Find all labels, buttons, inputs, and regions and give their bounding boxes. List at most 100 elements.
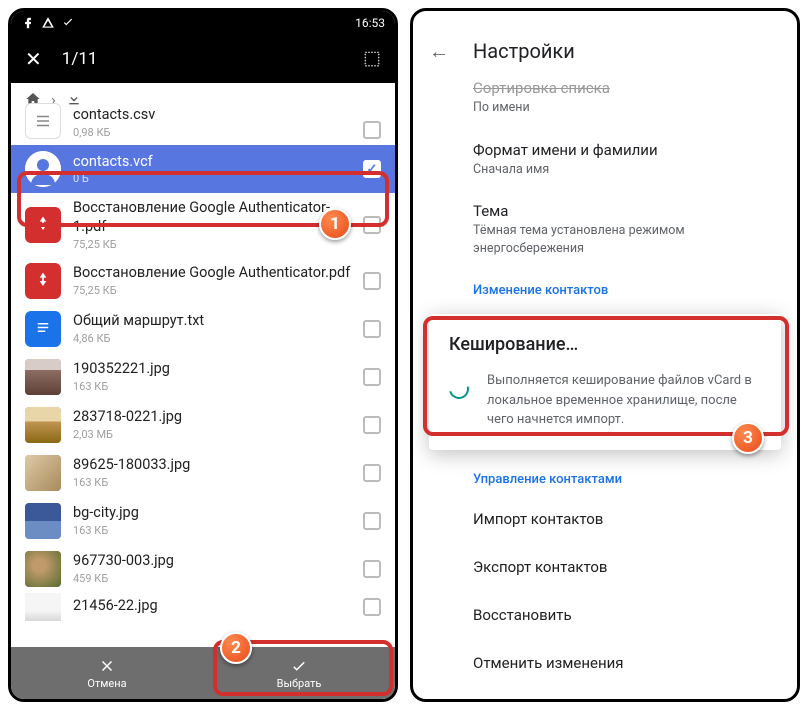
file-row[interactable]: 967730-003.jpg 459 КБ bbox=[11, 545, 395, 593]
checkbox[interactable] bbox=[363, 598, 381, 616]
file-row-selected[interactable]: contacts.vcf 0 Б bbox=[11, 145, 395, 193]
file-row[interactable]: Восстановление Google Authenticator.pdf … bbox=[11, 257, 395, 305]
file-info: bg-city.jpg 163 КБ bbox=[73, 504, 351, 537]
checkbox[interactable] bbox=[363, 272, 381, 290]
close-selection-button[interactable]: ✕ bbox=[25, 47, 42, 71]
settings-title: Настройки bbox=[473, 39, 575, 63]
checkbox[interactable] bbox=[363, 320, 381, 338]
annotation-badge-1: 1 bbox=[319, 208, 351, 240]
file-size: 2,03 МБ bbox=[73, 428, 351, 441]
file-name: contacts.vcf bbox=[73, 153, 351, 172]
file-name: Восстановление Google Authenticator-1.pd… bbox=[73, 199, 351, 237]
menu-import[interactable]: Импорт контактов bbox=[413, 495, 797, 543]
file-row[interactable]: bg-city.jpg 163 КБ bbox=[11, 497, 395, 545]
image-thumbnail bbox=[25, 551, 61, 587]
setting-theme[interactable]: Тема Тёмная тема установлена режимом эне… bbox=[413, 190, 797, 269]
cancel-label: Отмена bbox=[87, 677, 126, 690]
file-size: 163 КБ bbox=[73, 476, 351, 489]
select-all-icon[interactable] bbox=[363, 50, 381, 68]
file-name: 283718-0221.jpg bbox=[73, 408, 351, 427]
file-name: Восстановление Google Authenticator.pdf bbox=[73, 264, 351, 283]
setting-sub: Тёмная тема установлена режимом энергосб… bbox=[473, 222, 777, 257]
file-size: 0 Б bbox=[73, 172, 351, 185]
settings-list[interactable]: Сортировка списка По имени Формат имени … bbox=[413, 79, 797, 702]
file-name: 967730-003.jpg bbox=[73, 552, 351, 571]
file-info: contacts.csv 0,98 КБ bbox=[73, 106, 351, 139]
setting-title: Тема bbox=[473, 202, 777, 220]
file-size: 163 КБ bbox=[73, 524, 351, 537]
checkbox[interactable] bbox=[363, 512, 381, 530]
download-folder-icon bbox=[66, 91, 82, 107]
setting-sort[interactable]: Сортировка списка По имени bbox=[413, 79, 797, 129]
image-thumbnail bbox=[25, 593, 61, 621]
section-manage-contacts: Управление контактами bbox=[413, 458, 797, 495]
file-info: Восстановление Google Authenticator-1.pd… bbox=[73, 199, 351, 251]
file-info: 283718-0221.jpg 2,03 МБ bbox=[73, 408, 351, 441]
check-icon bbox=[61, 16, 75, 30]
facebook-icon bbox=[21, 16, 35, 30]
setting-title: Сортировка списка bbox=[473, 79, 777, 97]
warning-icon bbox=[41, 16, 55, 30]
file-size: 0,98 КБ bbox=[73, 126, 351, 139]
dialog-body: Выполняется кеширование файлов vCard в л… bbox=[449, 371, 761, 430]
menu-restore[interactable]: Восстановить bbox=[413, 591, 797, 639]
status-left-icons bbox=[21, 16, 75, 30]
caching-dialog: Кеширование… Выполняется кеширование фай… bbox=[429, 314, 781, 450]
doc-icon bbox=[25, 311, 61, 347]
status-bar: 16:53 bbox=[11, 11, 395, 35]
file-name: Общий маршрут.txt bbox=[73, 312, 351, 331]
menu-export[interactable]: Экспорт контактов bbox=[413, 543, 797, 591]
image-thumbnail bbox=[25, 359, 61, 395]
file-size: 459 КБ bbox=[73, 572, 351, 585]
back-button[interactable]: ← bbox=[429, 39, 449, 64]
file-row[interactable]: Общий маршрут.txt 4,86 КБ bbox=[11, 305, 395, 353]
checkbox[interactable] bbox=[363, 121, 381, 139]
file-size: 75,25 КБ bbox=[73, 284, 351, 297]
file-row[interactable]: 283718-0221.jpg 2,03 МБ bbox=[11, 401, 395, 449]
settings-screen: ← Настройки Сортировка списка По имени Ф… bbox=[410, 8, 800, 702]
setting-title: Формат имени и фамилии bbox=[473, 141, 777, 159]
checkbox-checked[interactable] bbox=[363, 160, 381, 178]
checkbox[interactable] bbox=[363, 416, 381, 434]
file-name: contacts.csv bbox=[73, 106, 351, 125]
bottom-action-bar: Отмена Выбрать bbox=[11, 647, 395, 699]
checkbox[interactable] bbox=[363, 464, 381, 482]
file-picker-screen: 16:53 ✕ 1/11 › contacts.csv 0,98 КБ cont… bbox=[8, 8, 398, 702]
pdf-icon bbox=[25, 207, 61, 243]
image-thumbnail bbox=[25, 407, 61, 443]
file-info: 21456-22.jpg bbox=[73, 597, 351, 616]
file-name: bg-city.jpg bbox=[73, 504, 351, 523]
checkbox[interactable] bbox=[363, 216, 381, 234]
file-row[interactable]: 190352221.jpg 163 КБ bbox=[11, 353, 395, 401]
file-name: 21456-22.jpg bbox=[73, 597, 351, 616]
file-row[interactable]: contacts.csv 0,98 КБ bbox=[11, 115, 395, 145]
file-row[interactable]: 21456-22.jpg bbox=[11, 593, 395, 621]
menu-undo[interactable]: Отменить изменения bbox=[413, 639, 797, 687]
menu-blocked[interactable]: Заблокированные номера bbox=[413, 687, 797, 703]
file-info: Восстановление Google Authenticator.pdf … bbox=[73, 264, 351, 297]
pdf-icon bbox=[25, 263, 61, 299]
dialog-title: Кеширование… bbox=[449, 334, 761, 355]
setting-name-format[interactable]: Формат имени и фамилии Сначала имя bbox=[413, 129, 797, 191]
selection-count: 1/11 bbox=[62, 49, 363, 69]
file-row[interactable]: 89625-180033.jpg 163 КБ bbox=[11, 449, 395, 497]
file-icon bbox=[25, 103, 61, 139]
file-info: 967730-003.jpg 459 КБ bbox=[73, 552, 351, 585]
file-info: Общий маршрут.txt 4,86 КБ bbox=[73, 312, 351, 345]
file-info: 190352221.jpg 163 КБ bbox=[73, 360, 351, 393]
close-icon bbox=[98, 657, 116, 675]
cancel-button[interactable]: Отмена bbox=[11, 647, 203, 699]
file-size: 4,86 КБ bbox=[73, 332, 351, 345]
spinner-icon bbox=[445, 375, 472, 402]
image-thumbnail bbox=[25, 503, 61, 539]
file-name: 190352221.jpg bbox=[73, 360, 351, 379]
settings-header: ← Настройки bbox=[413, 23, 797, 79]
checkbox[interactable] bbox=[363, 368, 381, 386]
file-info: 89625-180033.jpg 163 КБ bbox=[73, 456, 351, 489]
clock: 16:53 bbox=[355, 16, 385, 30]
check-icon bbox=[290, 657, 308, 675]
image-thumbnail bbox=[25, 455, 61, 491]
dialog-text: Выполняется кеширование файлов vCard в л… bbox=[487, 371, 761, 430]
selection-toolbar: ✕ 1/11 bbox=[11, 35, 395, 83]
checkbox[interactable] bbox=[363, 560, 381, 578]
